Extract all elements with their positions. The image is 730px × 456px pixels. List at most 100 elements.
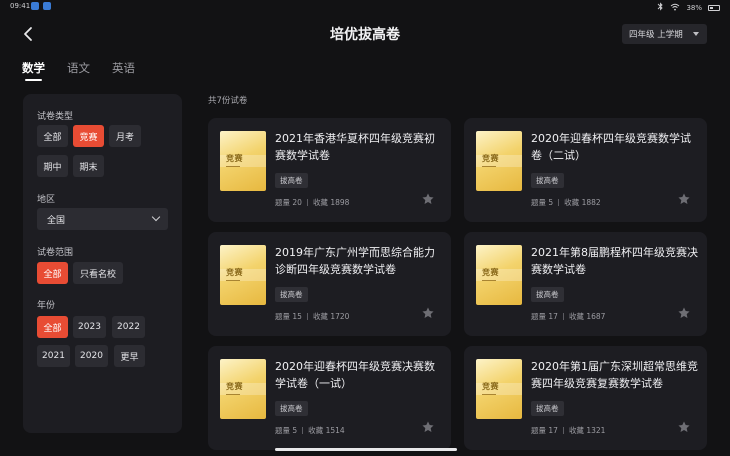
tab-english[interactable]: 英语 — [112, 60, 135, 81]
paper-thumbnail: 竞赛 — [476, 131, 522, 191]
filter-year-2021[interactable]: 2021 — [37, 345, 70, 367]
paper-meta: 题量 20 收藏 1898 — [275, 197, 349, 208]
page-title: 培优拔高卷 — [330, 27, 400, 43]
star-icon[interactable] — [677, 192, 691, 206]
grade-select[interactable]: 四年级 上学期 — [622, 24, 707, 44]
filter-scope-all[interactable]: 全部 — [37, 262, 68, 284]
region-select-value: 全国 — [47, 215, 66, 226]
status-bar: 09:41 38% — [0, 0, 730, 14]
filter-type-competition[interactable]: 竞赛 — [73, 125, 104, 147]
paper-thumbnail: 竞赛 — [220, 359, 266, 419]
subject-tabs: 数学 语文 英语 — [22, 60, 157, 81]
star-icon[interactable] — [421, 420, 435, 434]
paper-card[interactable]: 竞赛 2021年第8届鹏程杯四年级竞赛决赛数学试卷 拔高卷 题量 17 收藏 1… — [464, 232, 707, 336]
favorite-count: 1882 — [581, 198, 601, 207]
favorite-count: 1898 — [330, 198, 350, 207]
paper-meta: 题量 5 收藏 1514 — [275, 425, 345, 436]
paper-tag: 拔高卷 — [275, 401, 308, 416]
question-count-label: 题量 — [275, 312, 290, 321]
thumbnail-label: 竞赛 — [482, 268, 499, 277]
paper-thumbnail: 竞赛 — [476, 245, 522, 305]
caret-down-icon — [693, 32, 699, 36]
filter-type-midterm[interactable]: 期中 — [37, 155, 68, 177]
filter-type-label: 试卷类型 — [37, 112, 74, 122]
filter-year-label: 年份 — [37, 301, 56, 311]
paper-title: 2020年第1届广东深圳超常思维竞赛四年级竞赛复赛数学试卷 — [531, 360, 698, 390]
filter-year-earlier[interactable]: 更早 — [114, 345, 145, 367]
filter-year-2020[interactable]: 2020 — [75, 345, 108, 367]
back-button[interactable] — [18, 24, 38, 44]
tab-math[interactable]: 数学 — [22, 60, 45, 81]
thumbnail-label: 竞赛 — [226, 154, 243, 163]
paper-title: 2020年迎春杯四年级竞赛数学试卷（二试） — [531, 132, 691, 162]
question-count: 20 — [292, 198, 302, 207]
filter-year-2023[interactable]: 2023 — [73, 316, 106, 338]
question-count: 17 — [548, 426, 558, 435]
star-icon[interactable] — [421, 306, 435, 320]
paper-thumbnail: 竞赛 — [220, 245, 266, 305]
filter-year-all[interactable]: 全部 — [37, 316, 68, 338]
filter-scope-top-schools[interactable]: 只看名校 — [73, 262, 123, 284]
question-count-label: 题量 — [531, 312, 546, 321]
chevron-down-icon — [151, 212, 161, 222]
star-icon[interactable] — [421, 192, 435, 206]
favorite-count: 1720 — [330, 312, 350, 321]
chevron-left-icon — [24, 27, 32, 41]
paper-meta: 题量 17 收藏 1321 — [531, 425, 605, 436]
question-count-label: 题量 — [531, 426, 546, 435]
app-notification-icon — [43, 2, 51, 10]
thumbnail-label: 竞赛 — [482, 154, 499, 163]
region-select[interactable]: 全国 — [37, 208, 168, 230]
paper-card[interactable]: 竞赛 2020年第1届广东深圳超常思维竞赛四年级竞赛复赛数学试卷 拔高卷 题量 … — [464, 346, 707, 450]
paper-thumbnail: 竞赛 — [220, 131, 266, 191]
question-count: 5 — [548, 198, 554, 207]
favorite-count-label: 收藏 — [312, 312, 328, 321]
paper-tag: 拔高卷 — [275, 173, 308, 188]
paper-tag: 拔高卷 — [275, 287, 308, 302]
paper-title: 2021年第8届鹏程杯四年级竞赛决赛数学试卷 — [531, 246, 698, 276]
favorite-count: 1687 — [586, 312, 606, 321]
star-icon[interactable] — [677, 306, 691, 320]
paper-card[interactable]: 竞赛 2021年香港华夏杯四年级竞赛初赛数学试卷 拔高卷 题量 20 收藏 18… — [208, 118, 451, 222]
favorite-count: 1514 — [325, 426, 345, 435]
paper-meta: 题量 17 收藏 1687 — [531, 311, 605, 322]
battery-percent: 38% — [686, 3, 702, 12]
paper-title: 2020年迎春杯四年级竞赛决赛数学试卷（一试） — [275, 360, 435, 390]
paper-tag: 拔高卷 — [531, 173, 564, 188]
paper-meta: 题量 5 收藏 1882 — [531, 197, 601, 208]
app-notification-icon — [31, 2, 39, 10]
star-icon[interactable] — [677, 420, 691, 434]
paper-title: 2021年香港华夏杯四年级竞赛初赛数学试卷 — [275, 132, 435, 162]
paper-card[interactable]: 竞赛 2020年迎春杯四年级竞赛决赛数学试卷（一试） 拔高卷 题量 5 收藏 1… — [208, 346, 451, 450]
paper-card[interactable]: 竞赛 2020年迎春杯四年级竞赛数学试卷（二试） 拔高卷 题量 5 收藏 188… — [464, 118, 707, 222]
home-indicator[interactable] — [275, 448, 457, 451]
question-count-label: 题量 — [531, 198, 546, 207]
status-time: 09:41 — [10, 2, 31, 10]
question-count-label: 题量 — [275, 426, 290, 435]
filter-type-final[interactable]: 期末 — [73, 155, 104, 177]
question-count: 17 — [548, 312, 558, 321]
thumbnail-label: 竞赛 — [226, 268, 243, 277]
filter-scope-label: 试卷范围 — [37, 248, 74, 258]
thumbnail-label: 竞赛 — [226, 382, 243, 391]
filter-year-2022[interactable]: 2022 — [112, 316, 145, 338]
question-count: 15 — [292, 312, 302, 321]
battery-icon — [708, 4, 720, 11]
question-count: 5 — [292, 426, 298, 435]
paper-tag: 拔高卷 — [531, 287, 564, 302]
favorite-count: 1321 — [586, 426, 606, 435]
question-count-label: 题量 — [275, 198, 290, 207]
paper-card[interactable]: 竞赛 2019年广东广州学而思综合能力诊断四年级竞赛数学试卷 拔高卷 题量 15… — [208, 232, 451, 336]
wifi-icon — [670, 3, 680, 13]
favorite-count-label: 收藏 — [568, 426, 584, 435]
filter-type-monthly[interactable]: 月考 — [109, 125, 141, 147]
tab-chinese[interactable]: 语文 — [67, 60, 90, 81]
filter-type-all[interactable]: 全部 — [37, 125, 68, 147]
bluetooth-icon — [657, 2, 664, 13]
favorite-count-label: 收藏 — [308, 426, 324, 435]
result-count: 共7份试卷 — [208, 96, 248, 106]
paper-tag: 拔高卷 — [531, 401, 564, 416]
paper-title: 2019年广东广州学而思综合能力诊断四年级竞赛数学试卷 — [275, 246, 435, 276]
paper-meta: 题量 15 收藏 1720 — [275, 311, 349, 322]
favorite-count-label: 收藏 — [568, 312, 584, 321]
